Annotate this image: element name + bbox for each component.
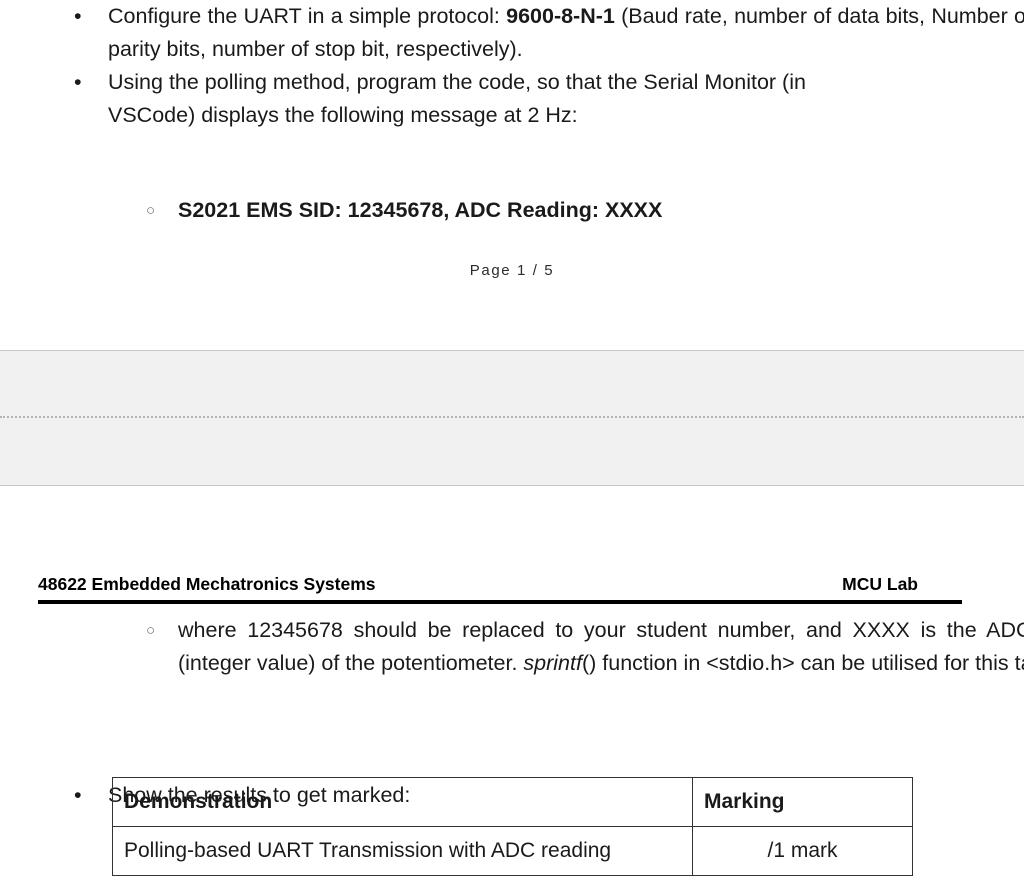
table-cell-marking: /1 mark bbox=[692, 826, 913, 876]
table-cell-demonstration: Polling-based UART Transmission with ADC… bbox=[112, 826, 693, 876]
document-header: 48622 Embedded Mechatronics Systems MCU … bbox=[38, 572, 962, 606]
marking-table: Demonstration Marking Polling-based UART… bbox=[112, 777, 913, 876]
bullet-text-configure-uart-part-a: Configure the UART in a simple protocol: bbox=[108, 4, 507, 28]
sub-bullet-student-number-note: where 12345678 should be replaced to you… bbox=[38, 614, 1024, 680]
table-header-row: Demonstration Marking bbox=[112, 777, 913, 827]
bullet-line-2: VSCode) displays the following message a… bbox=[38, 99, 962, 132]
document-page-1: Configure the UART in a simple protocol:… bbox=[0, 0, 1024, 350]
document-page-2: 48622 Embedded Mechatronics Systems MCU … bbox=[0, 486, 1024, 885]
header-lab-title: MCU Lab bbox=[842, 574, 918, 594]
sub-bullet-serial-message: S2021 EMS SID: 12345678, ADC Reading: XX… bbox=[38, 194, 1024, 227]
bullet-item-polling-method: Using the polling method, program the co… bbox=[38, 66, 962, 132]
header-rule-divider bbox=[38, 600, 962, 604]
table-header-demonstration: Demonstration bbox=[112, 777, 693, 827]
bullet-disc-icon bbox=[74, 779, 82, 812]
table-row: Polling-based UART Transmission with ADC… bbox=[112, 826, 913, 876]
serial-monitor-message-text: S2021 EMS SID: 12345678, ADC Reading: XX… bbox=[178, 198, 663, 222]
bullet-circle-icon bbox=[146, 614, 155, 647]
page-break-dotted-divider bbox=[0, 416, 1024, 418]
bullet-text-polling-line-1: Using the polling method, program the co… bbox=[108, 70, 806, 94]
bullet-circle-icon bbox=[146, 194, 155, 227]
bullet-disc-icon bbox=[74, 66, 82, 99]
uart-protocol-value: 9600-8-N-1 bbox=[506, 4, 615, 28]
bullet-item-configure-uart: Configure the UART in a simple protocol:… bbox=[38, 0, 1024, 66]
header-course-title: 48622 Embedded Mechatronics Systems bbox=[38, 574, 376, 594]
page-separator-gap bbox=[0, 350, 1024, 486]
bullet-line-1: Using the polling method, program the co… bbox=[38, 66, 962, 99]
table-header-marking: Marking bbox=[692, 777, 913, 827]
sprintf-function-name: sprintf bbox=[523, 651, 582, 675]
page-number-label: Page 1 / 5 bbox=[469, 262, 555, 279]
bullet-text-polling-line-2: VSCode) displays the following message a… bbox=[108, 103, 578, 127]
note-text-part-c: () function in <stdio.h> can be utilised… bbox=[581, 651, 1024, 675]
bullet-disc-icon bbox=[74, 0, 82, 33]
